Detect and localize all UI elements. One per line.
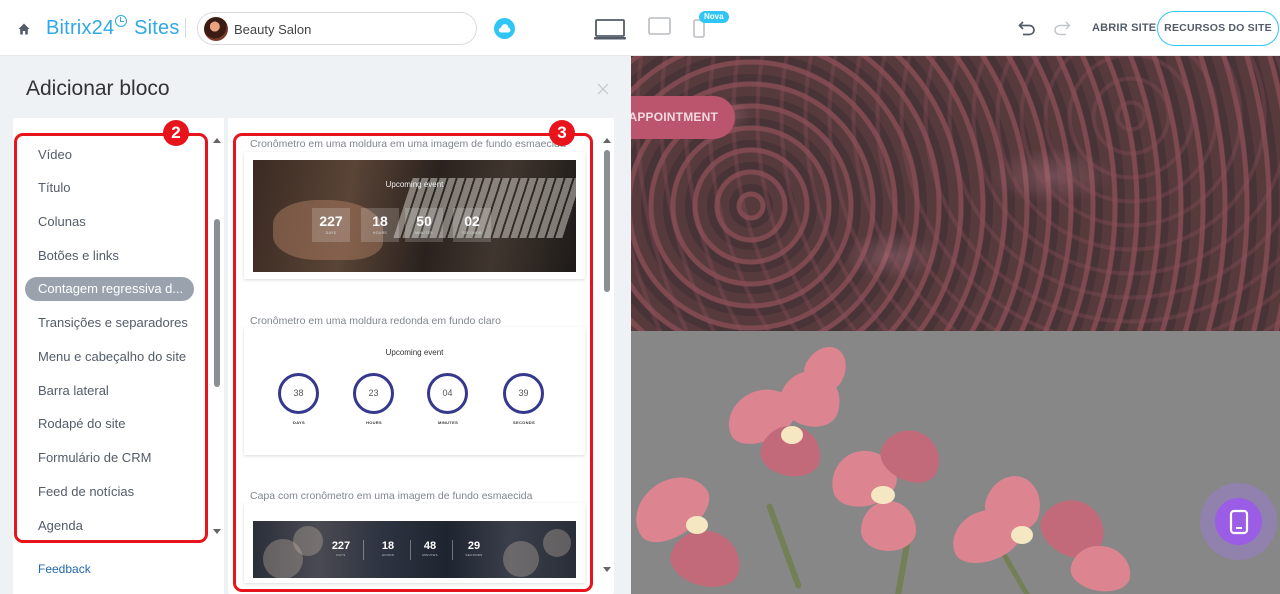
top-bar: Bitrix24 Sites Beauty Salon Nova ABRIR S… [0,0,1280,56]
cloud-button[interactable] [494,18,515,39]
new-badge: Nova [699,11,729,23]
site-resources-button[interactable]: RECURSOS DO SITE [1157,11,1279,46]
desktop-icon[interactable] [594,19,626,40]
open-site-link[interactable]: ABRIR SITE [1092,22,1156,34]
panel-title: Adicionar bloco [26,77,170,100]
phone-icon [1229,509,1249,535]
page-preview: APPOINTMENT [631,56,1280,594]
mobile-preview-button[interactable] [1200,483,1277,560]
cloud-icon [498,24,511,33]
divider [185,18,186,38]
scroll-up-icon[interactable] [603,138,611,143]
scroll-down-icon[interactable] [603,567,611,572]
clock-icon [115,15,128,27]
blocks-scrollbar[interactable] [603,137,611,577]
callout-number: 2 [163,120,189,146]
redo-icon[interactable] [1053,20,1071,41]
category-scrollbar[interactable] [213,137,221,537]
site-name: Beauty Salon [234,22,312,37]
scrollbar-thumb[interactable] [604,150,610,292]
site-selector[interactable]: Beauty Salon [197,12,477,45]
preview-overlay [631,56,1280,594]
brand-logo[interactable]: Bitrix24 Sites [46,15,180,40]
close-icon[interactable] [597,82,609,95]
tablet-icon[interactable] [648,17,671,38]
undo-icon[interactable] [1018,20,1036,41]
scroll-down-icon[interactable] [213,529,221,534]
feedback-link[interactable]: Feedback [38,562,91,576]
scroll-up-icon[interactable] [213,138,221,143]
site-avatar [204,17,228,41]
brand-suffix: Sites [134,17,180,39]
callout-number: 3 [549,120,575,146]
callout-frame-categories [14,133,208,543]
callout-frame-blocks [233,133,593,592]
scrollbar-thumb[interactable] [214,219,220,387]
home-icon[interactable] [18,22,30,35]
brand-name: Bitrix24 [46,17,115,39]
